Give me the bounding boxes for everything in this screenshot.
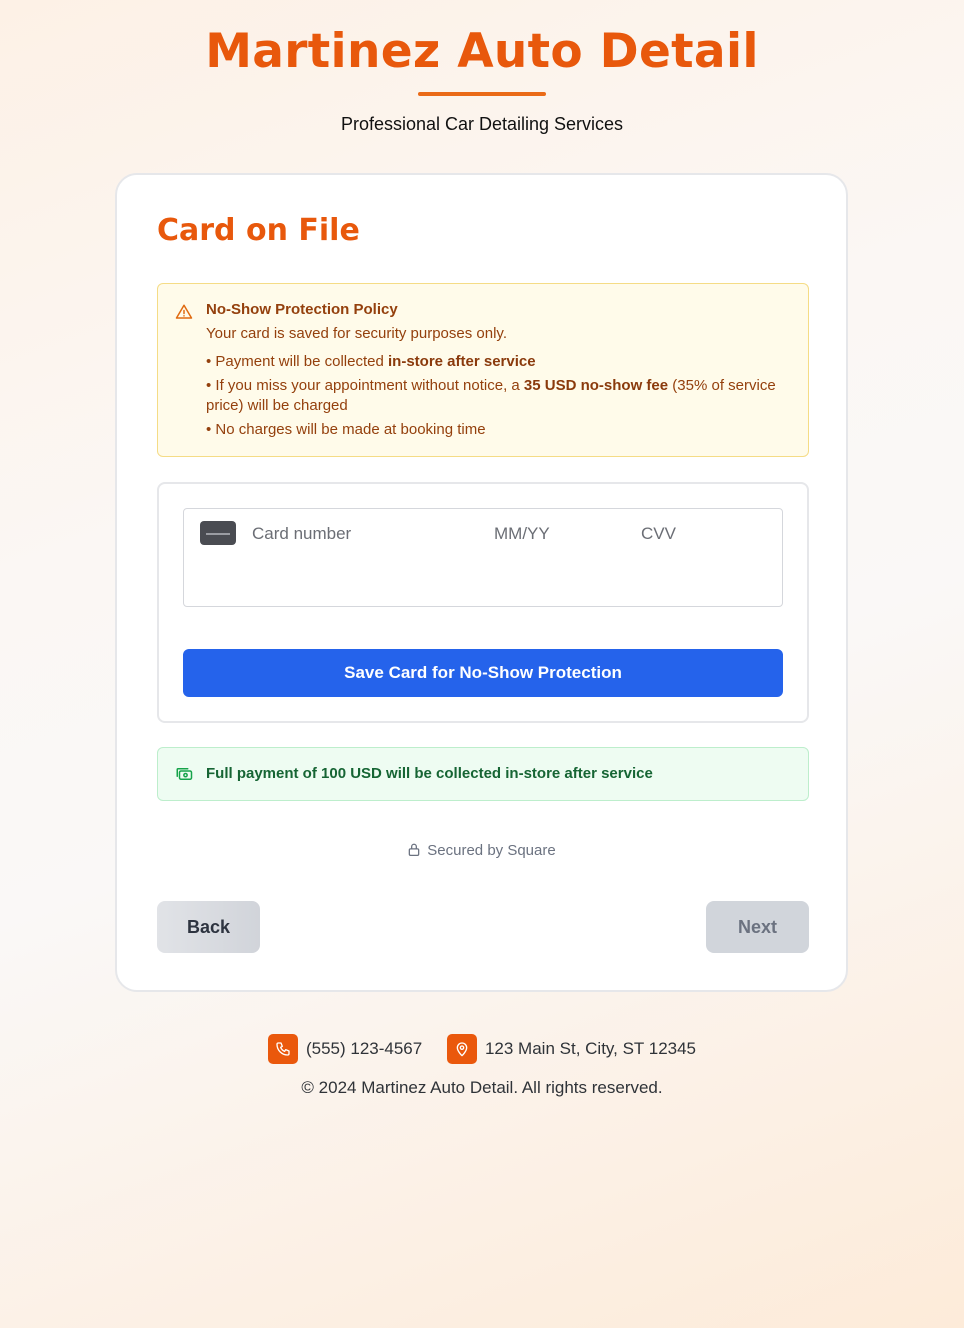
payment-notice: Full payment of 100 USD will be collecte… xyxy=(157,747,809,801)
expiry-input[interactable]: MM/YY xyxy=(494,524,550,544)
section-title: Card on File xyxy=(157,213,360,248)
brand-underline xyxy=(418,92,546,96)
cvv-input[interactable]: CVV xyxy=(641,524,676,544)
policy-list: • Payment will be collected in-store aft… xyxy=(206,352,786,444)
warning-triangle-icon xyxy=(175,304,193,319)
tagline: Professional Car Detailing Services xyxy=(340,114,624,134)
save-card-button[interactable]: Save Card for No-Show Protection xyxy=(183,649,783,697)
secured-by-square: Secured by Square xyxy=(117,842,846,859)
card-on-file-panel: Card on File No-Show Protection Policy Y… xyxy=(115,173,848,992)
policy-title: No-Show Protection Policy xyxy=(206,301,398,318)
footer-contacts: (555) 123-4567 123 Main St, City, ST 123… xyxy=(0,1034,964,1064)
money-icon xyxy=(176,768,193,780)
credit-card-icon xyxy=(200,521,236,545)
phone-contact[interactable]: (555) 123-4567 xyxy=(267,1034,423,1064)
phone-number: (555) 123-4567 xyxy=(305,1039,423,1058)
card-number-input[interactable]: Card number xyxy=(252,524,351,544)
back-button[interactable]: Back xyxy=(157,901,260,953)
copyright: © 2024 Martinez Auto Detail. All rights … xyxy=(0,1078,964,1098)
brand-title: Martinez Auto Detail xyxy=(205,24,759,79)
map-pin-icon xyxy=(446,1034,477,1064)
copyright-icon: © xyxy=(301,1078,314,1097)
policy-item: • Payment will be collected in-store aft… xyxy=(206,353,536,370)
next-button[interactable]: Next xyxy=(706,901,809,953)
policy-item: • If you miss your appointment without n… xyxy=(206,377,776,414)
policy-item: • No charges will be made at booking tim… xyxy=(206,421,486,438)
payment-form: Card number MM/YY CVV Save Card for No-S… xyxy=(157,482,809,723)
copyright-text: 2024 Martinez Auto Detail. All rights re… xyxy=(318,1078,663,1097)
address-contact[interactable]: 123 Main St, City, ST 12345 xyxy=(446,1034,697,1064)
no-show-policy-alert: No-Show Protection Policy Your card is s… xyxy=(157,283,809,457)
secured-text: Secured by Square xyxy=(427,842,556,859)
phone-icon xyxy=(267,1034,298,1064)
card-input-field[interactable]: Card number MM/YY CVV xyxy=(183,508,783,607)
payment-notice-text: Full payment of 100 USD will be collecte… xyxy=(206,765,653,782)
lock-icon xyxy=(408,843,420,856)
address-text: 123 Main St, City, ST 12345 xyxy=(484,1039,697,1058)
policy-intro: Your card is saved for security purposes… xyxy=(206,325,507,342)
